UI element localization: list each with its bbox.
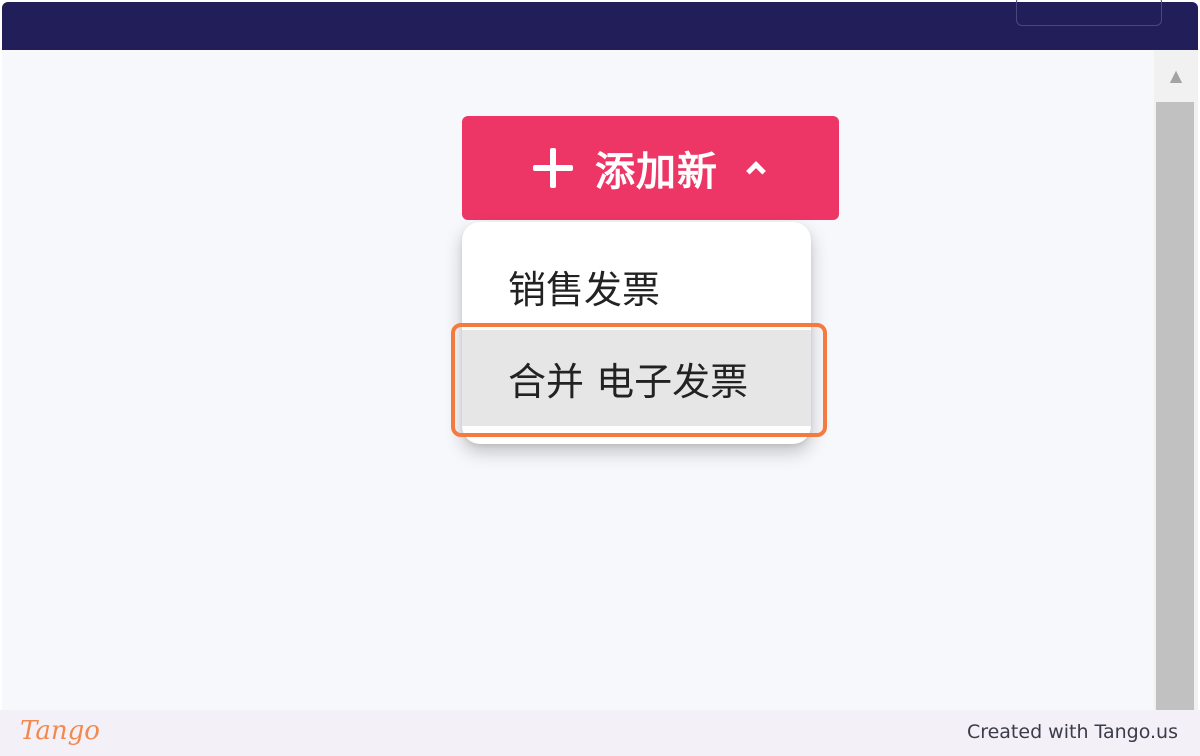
plus-icon [533,148,573,188]
screenshot-frame: ▲ 添加新 销售发票 合并 电子发票 Tango Created with Ta… [0,0,1200,756]
footer-bar: Tango Created with Tango.us [0,710,1200,756]
top-navigation-bar [2,0,1198,50]
tango-logo: Tango [20,716,100,746]
chevron-up-icon [746,157,768,179]
menu-item-sales-invoice[interactable]: 销售发票 [462,238,811,334]
add-new-label: 添加新 [595,149,718,195]
vertical-scrollbar[interactable]: ▲ [1154,50,1198,712]
add-new-button[interactable]: 添加新 [462,116,839,220]
triangle-up-icon[interactable]: ▲ [1154,50,1198,100]
footer-credit: Created with Tango.us [966,721,1178,743]
menu-item-label: 合并 电子发票 [508,359,749,404]
menu-item-combined-e-invoice[interactable]: 合并 电子发票 [462,330,811,426]
add-new-dropdown-menu: 销售发票 合并 电子发票 [462,222,811,444]
menu-item-label: 销售发票 [508,267,661,312]
topbar-button[interactable] [1016,0,1162,26]
scrollbar-thumb[interactable] [1156,102,1194,712]
